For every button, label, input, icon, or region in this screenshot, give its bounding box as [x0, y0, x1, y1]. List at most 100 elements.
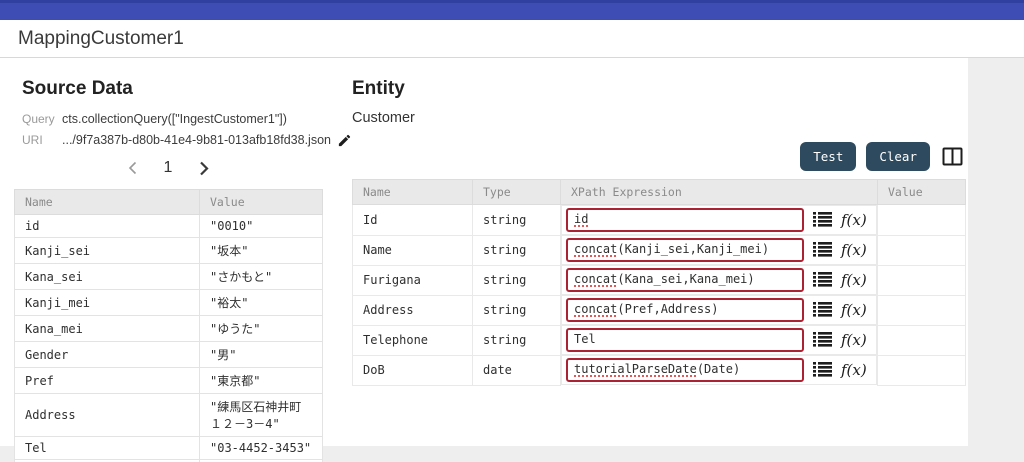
uri-label: URI: [22, 131, 62, 149]
clear-button[interactable]: Clear: [866, 142, 930, 171]
source-fields-list-icon[interactable]: [813, 212, 832, 228]
entity-property-name: Telephone: [353, 325, 473, 355]
source-field-name: id: [15, 215, 200, 238]
entity-table-header: Name Type XPath Expression Value: [353, 180, 966, 205]
source-field-name: Kana_sei: [15, 264, 200, 290]
entity-panel: Entity Customer Test Clear Name Type XPa…: [352, 72, 965, 446]
toggle-columns-icon[interactable]: [942, 147, 963, 166]
function-picker-icon[interactable]: f(x): [841, 331, 867, 349]
source-fields-list-icon[interactable]: [813, 302, 832, 318]
entity-value-cell: [878, 265, 966, 295]
source-field-name: Kanji_sei: [15, 238, 200, 264]
source-field-value: "さかもと": [200, 264, 323, 290]
table-row: Kanji_sei"坂本": [15, 238, 323, 264]
source-field-value: "03-4452-3453": [200, 437, 323, 460]
entity-property-type: date: [473, 355, 561, 385]
entity-col-xpath: XPath Expression: [561, 180, 878, 205]
table-row: Kanji_mei"裕太": [15, 290, 323, 316]
entity-name: Customer: [352, 110, 965, 126]
source-fields-list-icon[interactable]: [813, 242, 832, 258]
source-field-value: "0010": [200, 215, 323, 238]
pagination: 1: [14, 155, 323, 181]
entity-value-cell: [878, 295, 966, 325]
entity-value-cell: [878, 325, 966, 355]
entity-heading: Entity: [352, 78, 965, 100]
test-button[interactable]: Test: [800, 142, 856, 171]
table-row: id"0010": [15, 215, 323, 238]
source-fields-list-icon[interactable]: [813, 272, 832, 288]
function-picker-icon[interactable]: f(x): [841, 241, 867, 259]
table-row: Namestringconcat(Kanji_sei,Kanji_mei) f(x…: [353, 235, 966, 265]
table-row: Idstringid f(x): [353, 205, 966, 236]
entity-toolbar: Test Clear: [352, 142, 963, 171]
table-row: DoBdatetutorialParseDate(Date) f(x): [353, 355, 966, 385]
next-page-icon[interactable]: [198, 160, 210, 177]
source-field-name: Address: [15, 394, 200, 437]
app-header-bar: [0, 0, 1024, 20]
xpath-expression-input[interactable]: id: [566, 208, 804, 232]
function-picker-icon[interactable]: f(x): [841, 211, 867, 229]
table-row: Furiganastringconcat(Kana_sei,Kana_mei)f…: [353, 265, 966, 295]
table-row: Addressstringconcat(Pref,Address)f(x): [353, 295, 966, 325]
table-row: Pref"東京都": [15, 368, 323, 394]
current-page: 1: [164, 159, 173, 177]
xpath-cell: id f(x): [561, 205, 877, 235]
xpath-expression-input[interactable]: concat(Kana_sei,Kana_mei): [566, 268, 804, 292]
query-label: Query: [22, 110, 62, 128]
source-table: Name Value id"0010"Kanji_sei"坂本"Kana_sei…: [14, 189, 323, 462]
xpath-expression-input[interactable]: concat(Pref,Address): [566, 298, 804, 322]
entity-property-name: Furigana: [353, 265, 473, 295]
entity-property-type: string: [473, 205, 561, 236]
xpath-expression-input[interactable]: tutorialParseDate(Date): [566, 358, 804, 382]
uri-value: .../9f7a387b-d80b-41e4-9b81-013afb18fd38…: [62, 131, 331, 149]
table-row: Kana_sei"さかもと": [15, 264, 323, 290]
source-field-name: Kanji_mei: [15, 290, 200, 316]
source-col-value: Value: [200, 190, 323, 215]
page-title: MappingCustomer1: [18, 28, 184, 50]
source-field-value: "坂本": [200, 238, 323, 264]
source-field-value: "東京都": [200, 368, 323, 394]
source-field-value: "男": [200, 342, 323, 368]
table-row: Tel"03-4452-3453": [15, 437, 323, 460]
entity-value-cell: [878, 355, 966, 385]
table-row: Gender"男": [15, 342, 323, 368]
table-row: Kana_mei"ゆうた": [15, 316, 323, 342]
xpath-cell: concat(Kana_sei,Kana_mei) f(x): [561, 265, 877, 295]
function-picker-icon[interactable]: f(x): [841, 301, 867, 319]
entity-property-name: Id: [353, 205, 473, 236]
title-bar: MappingCustomer1: [0, 20, 1024, 58]
source-field-value: "裕太": [200, 290, 323, 316]
entity-property-name: DoB: [353, 355, 473, 385]
source-field-name: Pref: [15, 368, 200, 394]
source-data-heading: Source Data: [22, 78, 323, 100]
source-field-name: Kana_mei: [15, 316, 200, 342]
entity-property-type: string: [473, 295, 561, 325]
entity-col-name: Name: [353, 180, 473, 205]
source-table-header: Name Value: [15, 190, 323, 215]
query-value: cts.collectionQuery(["IngestCustomer1"]): [62, 110, 287, 128]
query-row: Query cts.collectionQuery(["IngestCustom…: [22, 110, 323, 128]
entity-property-type: string: [473, 325, 561, 355]
entity-property-name: Name: [353, 235, 473, 265]
xpath-cell: concat(Pref,Address) f(x): [561, 295, 877, 325]
source-fields-list-icon[interactable]: [813, 332, 832, 348]
xpath-expression-input[interactable]: concat(Kanji_sei,Kanji_mei): [566, 238, 804, 262]
source-col-name: Name: [15, 190, 200, 215]
xpath-cell: tutorialParseDate(Date) f(x): [561, 355, 877, 385]
function-picker-icon[interactable]: f(x): [841, 271, 867, 289]
entity-value-cell: [878, 205, 966, 236]
source-field-name: Gender: [15, 342, 200, 368]
source-fields-list-icon[interactable]: [813, 362, 832, 378]
function-picker-icon[interactable]: f(x): [841, 361, 867, 379]
table-row: TelephonestringTel f(x): [353, 325, 966, 355]
xpath-expression-input[interactable]: Tel: [566, 328, 804, 352]
source-field-value: "ゆうた": [200, 316, 323, 342]
entity-property-type: string: [473, 235, 561, 265]
entity-col-value: Value: [878, 180, 966, 205]
prev-page-icon[interactable]: [127, 160, 138, 176]
source-data-panel: Source Data Query cts.collectionQuery(["…: [14, 72, 323, 446]
edit-uri-icon[interactable]: [337, 133, 352, 148]
entity-table: Name Type XPath Expression Value Idstrin…: [352, 179, 966, 386]
main-panel: Source Data Query cts.collectionQuery(["…: [0, 58, 968, 446]
entity-value-cell: [878, 235, 966, 265]
